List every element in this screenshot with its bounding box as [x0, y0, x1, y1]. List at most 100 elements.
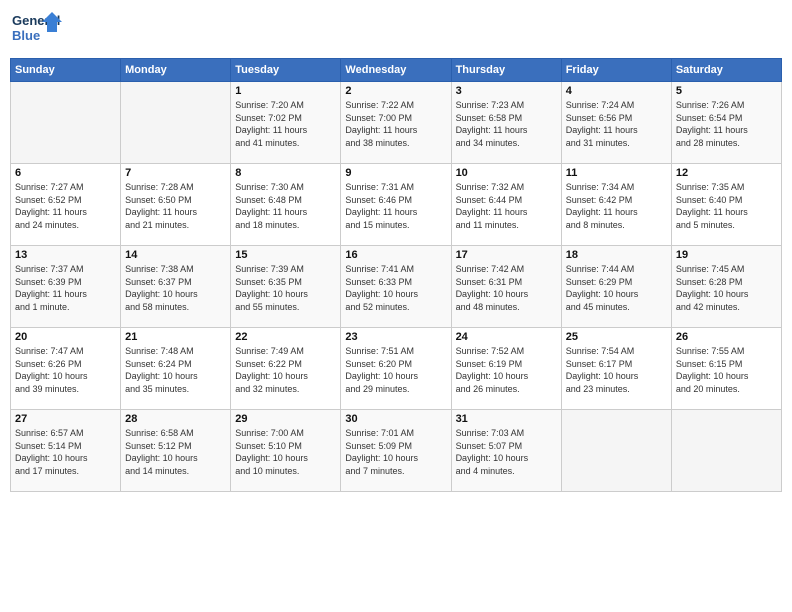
day-info: Sunrise: 7:51 AMSunset: 6:20 PMDaylight:…: [345, 345, 446, 395]
day-number: 24: [456, 331, 557, 343]
day-info: Sunrise: 7:28 AMSunset: 6:50 PMDaylight:…: [125, 181, 226, 231]
calendar-cell: 30Sunrise: 7:01 AMSunset: 5:09 PMDayligh…: [341, 410, 451, 492]
calendar-cell: 12 Sunrise: 7:35 AMSunset: 6:40 PMDayligh…: [671, 164, 781, 246]
calendar-cell: 27 Sunrise: 6:57 AMSunset: 5:14 PMDayligh…: [11, 410, 121, 492]
day-number: 11: [566, 167, 667, 179]
day-header-friday: Friday: [561, 59, 671, 82]
calendar-cell: 16 Sunrise: 7:41 AMSunset: 6:33 PMDayligh…: [341, 246, 451, 328]
day-header-tuesday: Tuesday: [231, 59, 341, 82]
day-number: 15: [235, 249, 336, 261]
calendar-cell: 1Sunrise: 7:20 AMSunset: 7:02 PMDaylight…: [231, 82, 341, 164]
day-info: Sunrise: 7:26 AMSunset: 6:54 PMDaylight:…: [676, 99, 777, 149]
day-number: 26: [676, 331, 777, 343]
day-info: Sunrise: 7:32 AMSunset: 6:44 PMDaylight:…: [456, 181, 557, 231]
calendar-cell: 21 Sunrise: 7:48 AMSunset: 6:24 PMDayligh…: [121, 328, 231, 410]
day-info: Sunrise: 7:22 AMSunset: 7:00 PMDaylight:…: [345, 99, 446, 149]
day-info: Sunrise: 7:52 AMSunset: 6:19 PMDaylight:…: [456, 345, 557, 395]
day-number: 12: [676, 167, 777, 179]
day-number: 25: [566, 331, 667, 343]
calendar-cell: 24 Sunrise: 7:52 AMSunset: 6:19 PMDayligh…: [451, 328, 561, 410]
day-number: 5: [676, 85, 777, 97]
calendar-cell: 4 Sunrise: 7:24 AMSunset: 6:56 PMDaylight…: [561, 82, 671, 164]
day-header-sunday: Sunday: [11, 59, 121, 82]
calendar-cell: 13 Sunrise: 7:37 AMSunset: 6:39 PMDayligh…: [11, 246, 121, 328]
calendar-cell: 10Sunrise: 7:32 AMSunset: 6:44 PMDayligh…: [451, 164, 561, 246]
day-number: 4: [566, 85, 667, 97]
day-number: 23: [345, 331, 446, 343]
day-header-monday: Monday: [121, 59, 231, 82]
day-info: Sunrise: 7:34 AMSunset: 6:42 PMDaylight:…: [566, 181, 667, 231]
day-info: Sunrise: 7:48 AMSunset: 6:24 PMDaylight:…: [125, 345, 226, 395]
day-info: Sunrise: 7:27 AMSunset: 6:52 PMDaylight:…: [15, 181, 116, 231]
calendar-cell: 22 Sunrise: 7:49 AMSunset: 6:22 PMDayligh…: [231, 328, 341, 410]
calendar-cell: 9 Sunrise: 7:31 AMSunset: 6:46 PMDaylight…: [341, 164, 451, 246]
day-info: Sunrise: 6:57 AMSunset: 5:14 PMDaylight:…: [15, 427, 116, 477]
calendar-cell: 15 Sunrise: 7:39 AMSunset: 6:35 PMDayligh…: [231, 246, 341, 328]
calendar-cell: 26 Sunrise: 7:55 AMSunset: 6:15 PMDayligh…: [671, 328, 781, 410]
day-info: Sunrise: 7:49 AMSunset: 6:22 PMDaylight:…: [235, 345, 336, 395]
day-number: 21: [125, 331, 226, 343]
calendar-cell: 14 Sunrise: 7:38 AMSunset: 6:37 PMDayligh…: [121, 246, 231, 328]
day-number: 2: [345, 85, 446, 97]
day-info: Sunrise: 7:39 AMSunset: 6:35 PMDaylight:…: [235, 263, 336, 313]
day-number: 20: [15, 331, 116, 343]
day-info: Sunrise: 7:45 AMSunset: 6:28 PMDaylight:…: [676, 263, 777, 313]
day-header-thursday: Thursday: [451, 59, 561, 82]
calendar-cell: 11 Sunrise: 7:34 AMSunset: 6:42 PMDayligh…: [561, 164, 671, 246]
calendar-cell: 19 Sunrise: 7:45 AMSunset: 6:28 PMDayligh…: [671, 246, 781, 328]
calendar-cell: 29 Sunrise: 7:00 AMSunset: 5:10 PMDayligh…: [231, 410, 341, 492]
day-number: 17: [456, 249, 557, 261]
day-info: Sunrise: 7:20 AMSunset: 7:02 PMDaylight:…: [235, 99, 336, 149]
calendar-cell: 17 Sunrise: 7:42 AMSunset: 6:31 PMDayligh…: [451, 246, 561, 328]
day-number: 9: [345, 167, 446, 179]
day-info: Sunrise: 7:54 AMSunset: 6:17 PMDaylight:…: [566, 345, 667, 395]
day-number: 13: [15, 249, 116, 261]
calendar-cell: 7Sunrise: 7:28 AMSunset: 6:50 PMDaylight…: [121, 164, 231, 246]
day-info: Sunrise: 7:23 AMSunset: 6:58 PMDaylight:…: [456, 99, 557, 149]
calendar-cell: 18 Sunrise: 7:44 AMSunset: 6:29 PMDayligh…: [561, 246, 671, 328]
day-number: 3: [456, 85, 557, 97]
day-number: 31: [456, 413, 557, 425]
day-info: Sunrise: 7:42 AMSunset: 6:31 PMDaylight:…: [456, 263, 557, 313]
day-number: 28: [125, 413, 226, 425]
calendar-cell: [121, 82, 231, 164]
day-info: Sunrise: 7:00 AMSunset: 5:10 PMDaylight:…: [235, 427, 336, 477]
calendar-cell: 20 Sunrise: 7:47 AMSunset: 6:26 PMDayligh…: [11, 328, 121, 410]
day-info: Sunrise: 7:35 AMSunset: 6:40 PMDaylight:…: [676, 181, 777, 231]
calendar-table: SundayMondayTuesdayWednesdayThursdayFrid…: [10, 58, 782, 492]
calendar-cell: [671, 410, 781, 492]
calendar-cell: [11, 82, 121, 164]
day-info: Sunrise: 7:37 AMSunset: 6:39 PMDaylight:…: [15, 263, 116, 313]
calendar-cell: 5 Sunrise: 7:26 AMSunset: 6:54 PMDaylight…: [671, 82, 781, 164]
day-number: 16: [345, 249, 446, 261]
day-number: 6: [15, 167, 116, 179]
day-header-saturday: Saturday: [671, 59, 781, 82]
day-info: Sunrise: 7:24 AMSunset: 6:56 PMDaylight:…: [566, 99, 667, 149]
calendar-cell: [561, 410, 671, 492]
day-info: Sunrise: 7:44 AMSunset: 6:29 PMDaylight:…: [566, 263, 667, 313]
day-number: 30: [345, 413, 446, 425]
day-info: Sunrise: 7:30 AMSunset: 6:48 PMDaylight:…: [235, 181, 336, 231]
day-number: 27: [15, 413, 116, 425]
day-info: Sunrise: 7:41 AMSunset: 6:33 PMDaylight:…: [345, 263, 446, 313]
calendar-cell: 23 Sunrise: 7:51 AMSunset: 6:20 PMDayligh…: [341, 328, 451, 410]
day-info: Sunrise: 6:58 AMSunset: 5:12 PMDaylight:…: [125, 427, 226, 477]
logo-svg: General Blue: [10, 10, 65, 52]
day-number: 14: [125, 249, 226, 261]
calendar-cell: 25 Sunrise: 7:54 AMSunset: 6:17 PMDayligh…: [561, 328, 671, 410]
day-number: 19: [676, 249, 777, 261]
day-number: 22: [235, 331, 336, 343]
day-info: Sunrise: 7:03 AMSunset: 5:07 PMDaylight:…: [456, 427, 557, 477]
calendar-cell: 2 Sunrise: 7:22 AMSunset: 7:00 PMDaylight…: [341, 82, 451, 164]
day-number: 18: [566, 249, 667, 261]
logo: General Blue: [10, 10, 65, 52]
day-number: 29: [235, 413, 336, 425]
day-info: Sunrise: 7:31 AMSunset: 6:46 PMDaylight:…: [345, 181, 446, 231]
calendar-cell: 28 Sunrise: 6:58 AMSunset: 5:12 PMDayligh…: [121, 410, 231, 492]
calendar-cell: 31 Sunrise: 7:03 AMSunset: 5:07 PMDayligh…: [451, 410, 561, 492]
svg-text:Blue: Blue: [12, 28, 40, 43]
calendar-cell: 6 Sunrise: 7:27 AMSunset: 6:52 PMDaylight…: [11, 164, 121, 246]
day-info: Sunrise: 7:55 AMSunset: 6:15 PMDaylight:…: [676, 345, 777, 395]
day-info: Sunrise: 7:38 AMSunset: 6:37 PMDaylight:…: [125, 263, 226, 313]
day-info: Sunrise: 7:47 AMSunset: 6:26 PMDaylight:…: [15, 345, 116, 395]
